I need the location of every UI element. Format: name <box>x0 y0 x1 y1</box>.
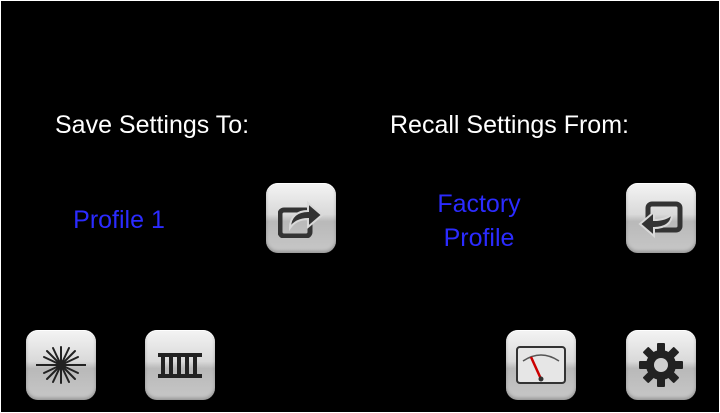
recall-profile-line1: Factory <box>437 190 521 218</box>
recall-settings-button[interactable] <box>626 183 696 253</box>
recall-settings-heading: Recall Settings From: <box>390 111 629 139</box>
recall-profile-selector[interactable]: Factory Profile <box>409 187 549 255</box>
filter-button[interactable] <box>145 330 215 400</box>
export-arrow-icon <box>278 200 324 238</box>
settings-screen: Save Settings To: Recall Settings From: … <box>0 0 720 413</box>
save-settings-button[interactable] <box>266 183 336 253</box>
laser-button[interactable] <box>26 330 96 400</box>
recall-profile-line2: Profile <box>443 224 515 252</box>
laser-burst-icon <box>36 346 86 384</box>
meter-button[interactable] <box>506 330 576 400</box>
save-profile-selector[interactable]: Profile 1 <box>49 203 189 237</box>
save-settings-heading: Save Settings To: <box>55 111 250 139</box>
meter-gauge-icon <box>516 346 566 384</box>
import-arrow-icon <box>638 201 683 238</box>
comb-filter-icon <box>158 353 202 378</box>
gear-icon <box>639 343 683 387</box>
settings-button[interactable] <box>626 330 696 400</box>
